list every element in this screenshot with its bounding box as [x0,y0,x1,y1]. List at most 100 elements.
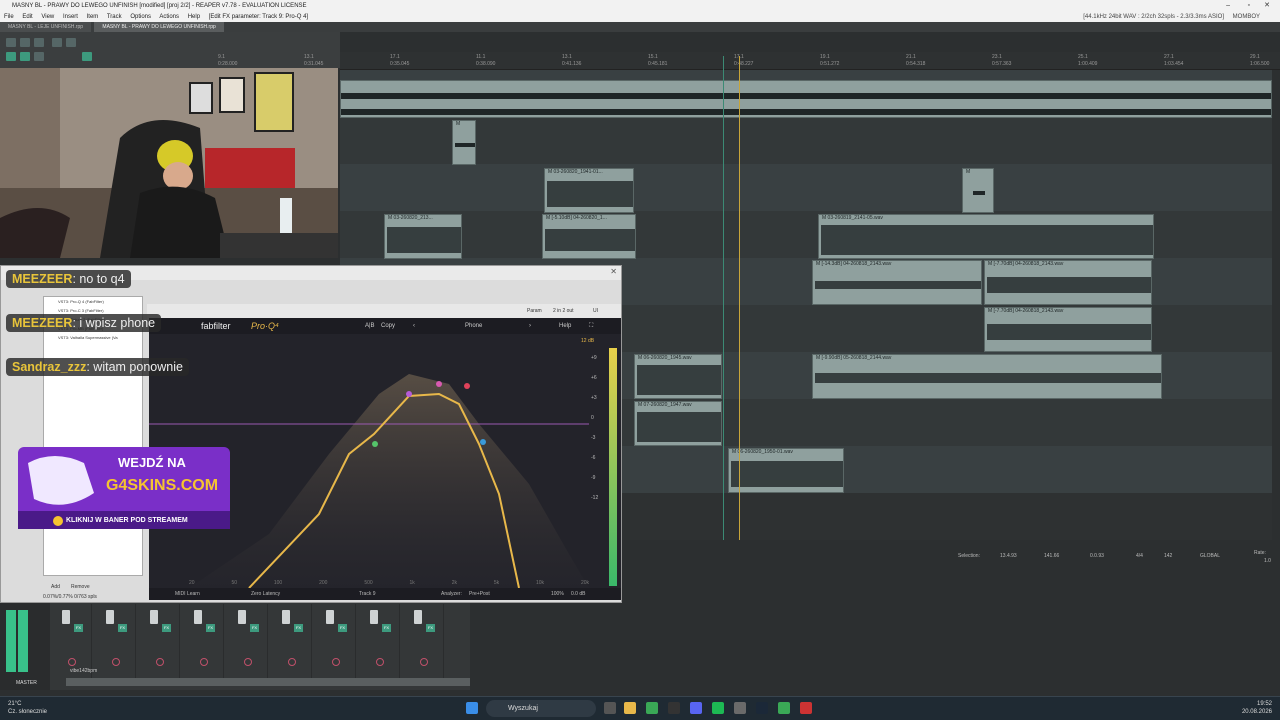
media-item[interactable]: M [-7.70dB] 04-260818_2143.wav [984,260,1152,305]
fx-button[interactable]: FX [118,624,127,632]
ab-button[interactable]: A|B [365,323,375,329]
menu-help[interactable]: Help [188,14,200,20]
chrome-icon[interactable] [778,702,790,714]
reaper-icon[interactable] [800,702,812,714]
fx-button[interactable]: FX [294,624,303,632]
rate-value[interactable]: 1.0 [1264,558,1271,564]
global-button[interactable]: GLOBAL [1200,553,1220,559]
latency-button[interactable]: Zero Latency [251,591,280,597]
analyzer-button[interactable]: Pre+Post [469,591,490,597]
volume-fader[interactable] [414,610,422,624]
fullscreen-icon[interactable]: ⛶ [589,323,593,330]
preset-name[interactable]: Phone [465,323,482,329]
file-explorer-icon[interactable] [624,702,636,714]
next-preset-icon[interactable]: › [529,323,531,329]
volume-fader[interactable] [150,610,158,624]
media-item[interactable]: M 06-260820_1945.wav [634,354,722,399]
fx-button[interactable]: FX [206,624,215,632]
menu-insert[interactable]: Insert [63,14,78,20]
menu-view[interactable]: View [41,14,54,20]
pan-knob[interactable] [332,658,340,666]
timeline-ruler[interactable]: 9.1 13.1 17.1 11.1 13.1 15.1 17.1 19.1 2… [218,52,1280,70]
close-icon[interactable]: ✕ [1264,0,1270,12]
close-icon[interactable]: ✕ [610,267,617,276]
fx-button[interactable]: FX [426,624,435,632]
task-view-icon[interactable] [604,702,616,714]
pan-knob[interactable] [244,658,252,666]
media-item[interactable]: M 03-260820_213... [384,214,462,259]
menu-options[interactable]: Options [130,14,151,20]
start-icon[interactable] [466,702,478,714]
maximize-icon[interactable]: ▫ [1248,0,1250,12]
media-item-beat[interactable] [340,80,1272,118]
ripple-icon[interactable] [34,52,44,61]
selection-end[interactable]: 141.66 [1044,553,1059,559]
volume-fader[interactable] [370,610,378,624]
selection-length[interactable]: 0.0.93 [1090,553,1104,559]
undo-icon[interactable] [52,38,62,47]
media-item[interactable]: M 06-260820_1950-01.wav [728,448,844,493]
zoom-value[interactable]: 100% [551,591,564,597]
prev-preset-icon[interactable]: ‹ [413,323,415,329]
volume-fader[interactable] [62,610,70,624]
pan-knob[interactable] [156,658,164,666]
fx-button[interactable]: FX [250,624,259,632]
volume-fader[interactable] [326,610,334,624]
media-item[interactable]: M [-9.90dB] 05-260818_2144.wav [812,354,1162,399]
loop-icon[interactable] [82,52,92,61]
fx-button[interactable]: FX [162,624,171,632]
menu-file[interactable]: File [4,14,14,20]
pan-knob[interactable] [68,658,76,666]
add-button[interactable]: Add [51,584,60,590]
pan-knob[interactable] [420,658,428,666]
menu-actions[interactable]: Actions [159,14,179,20]
app-icon[interactable] [668,702,680,714]
promo-banner[interactable]: WEJDŹ NA G4SKINS.COM KLIKNIJ W BANER POD… [14,443,234,533]
steam-icon[interactable] [756,702,768,714]
volume-fader[interactable] [238,610,246,624]
selection-start[interactable]: 13.4.93 [1000,553,1017,559]
discord-icon[interactable] [690,702,702,714]
pan-knob[interactable] [288,658,296,666]
fx-button[interactable]: FX [338,624,347,632]
tab-project-2[interactable]: MASNY BL - PRAWY DO LEWEGO UNFINISH.rpp [94,22,224,32]
app-icon[interactable] [734,702,746,714]
volume-fader[interactable] [282,610,290,624]
remove-button[interactable]: Remove [71,584,90,590]
help-button[interactable]: Help [559,323,571,329]
media-item[interactable]: M 03-260820_1941-01... [544,168,634,213]
open-icon[interactable] [20,38,30,47]
taskbar-search[interactable]: Wyszukaj [486,700,596,717]
pan-knob[interactable] [112,658,120,666]
weather-widget[interactable]: 21°C Cz. słonecznie [8,700,47,716]
tempo[interactable]: 142 [1164,553,1172,559]
fx-button[interactable]: FX [74,624,83,632]
grid-icon[interactable] [6,52,16,61]
menu-item[interactable]: Item [87,14,99,20]
system-clock[interactable]: 19:52 20.08.2026 [1242,700,1272,716]
tab-project-1[interactable]: MASNY BL - LEJE UNFINISH.rpp [0,22,92,32]
time-signature[interactable]: 4/4 [1136,553,1143,559]
param-button[interactable]: Param [527,308,542,314]
volume-fader[interactable] [106,610,114,624]
spotify-icon[interactable] [712,702,724,714]
media-item[interactable]: M [452,120,476,165]
output-gain[interactable]: 0.0 dB [571,591,585,597]
menu-edit[interactable]: Edit [22,14,32,20]
media-item[interactable]: M 07-260820_1947.wav [634,401,722,446]
menu-track[interactable]: Track [107,14,122,20]
redo-icon[interactable] [66,38,76,47]
pan-knob[interactable] [200,658,208,666]
ui-button[interactable]: UI [593,308,598,314]
save-icon[interactable] [34,38,44,47]
minimize-icon[interactable]: – [1226,0,1230,12]
media-item[interactable]: M 03-260819_2141-05.wav [818,214,1154,259]
volume-fader[interactable] [194,610,202,624]
media-item[interactable]: M [-14.3dB] 04-260818_2143.wav [812,260,982,305]
fx-button[interactable]: FX [382,624,391,632]
midi-learn-button[interactable]: MIDI Learn [175,591,200,597]
media-item[interactable]: M [-7.70dB] 04-260818_2143.wav [984,307,1152,352]
chrome-icon[interactable] [646,702,658,714]
pan-knob[interactable] [376,658,384,666]
media-item[interactable]: M [962,168,994,213]
